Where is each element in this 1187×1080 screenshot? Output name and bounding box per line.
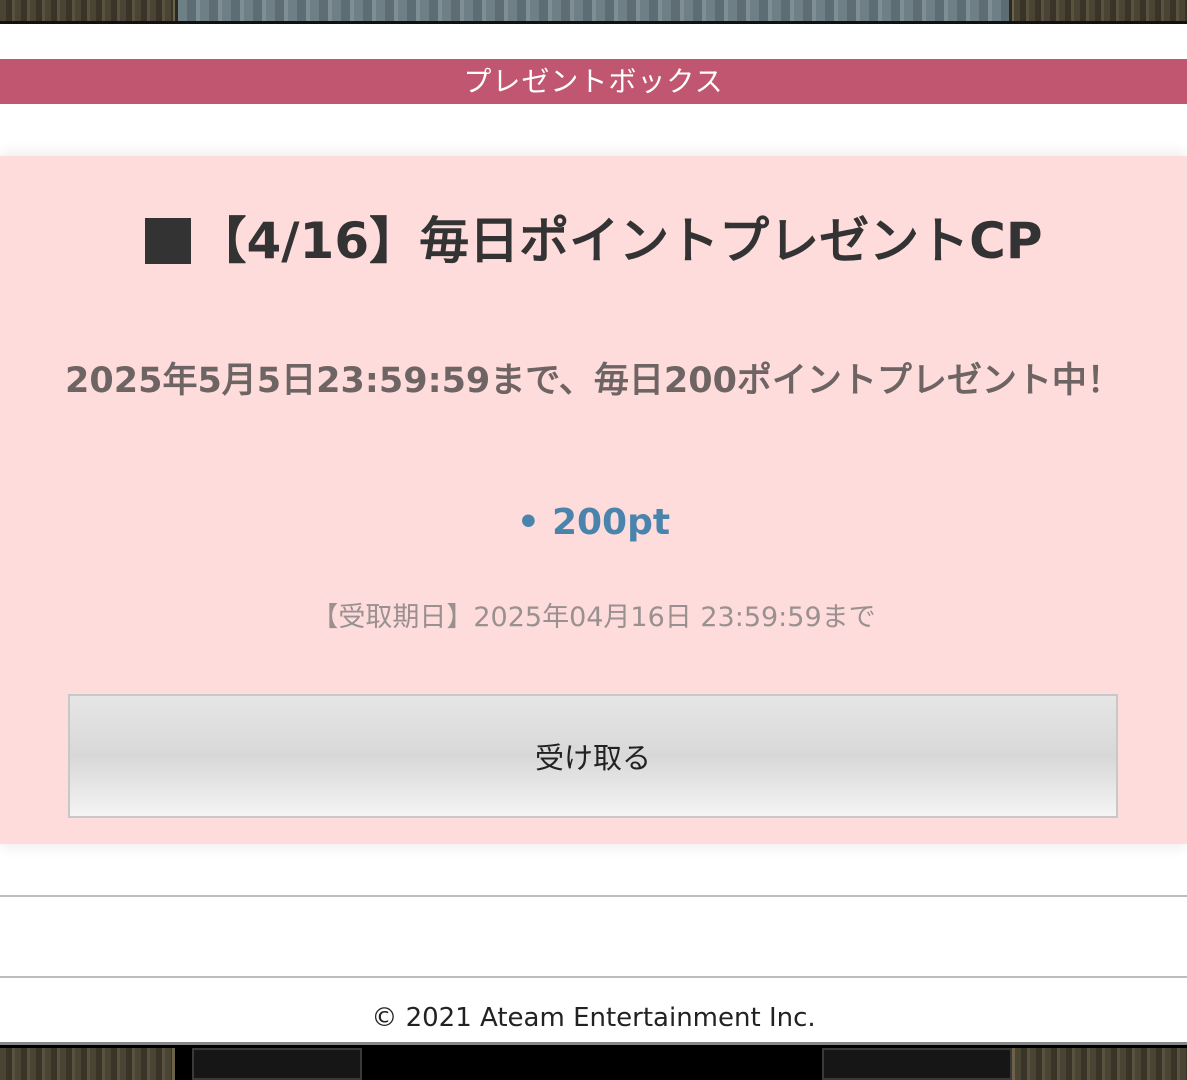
menu-bar-slot[interactable] [192,1048,362,1080]
present-description: 2025年5月5日23:59:59まで、毎日200ポイントプレゼント中！ [65,361,1122,401]
frame-ornament-right [1012,0,1187,21]
reward-amount: 200pt [551,502,671,543]
square-bullet-icon [144,218,191,264]
game-frame-bottom [0,1042,1187,1080]
divider [0,976,1187,978]
copyright-text: © 2021 Ateam Entertainment Inc. [371,1003,816,1033]
receive-deadline: 【受取期日】2025年04月16日 23:59:59まで [311,602,876,633]
page-header: プレゼントボックス [0,59,1187,104]
frame-ornament-left [0,0,175,21]
game-scene-strip [178,0,1009,21]
reward-item: • 200pt [0,500,1187,546]
frame-ornament-right [1012,1048,1187,1080]
bullet-icon: • [516,502,540,543]
receive-button-label: 受け取る [534,741,651,775]
present-title: 【4/16】毎日ポイントプレゼントCP [0,208,1187,274]
divider [0,895,1187,897]
menu-bar-slot[interactable] [822,1048,1012,1080]
receive-button[interactable]: 受け取る [68,694,1118,818]
present-title-text: 【4/16】毎日ポイントプレゼントCP [196,212,1043,270]
page-title: プレゼントボックス [463,65,724,98]
game-frame-top [0,0,1187,24]
frame-ornament-left [0,1048,175,1080]
